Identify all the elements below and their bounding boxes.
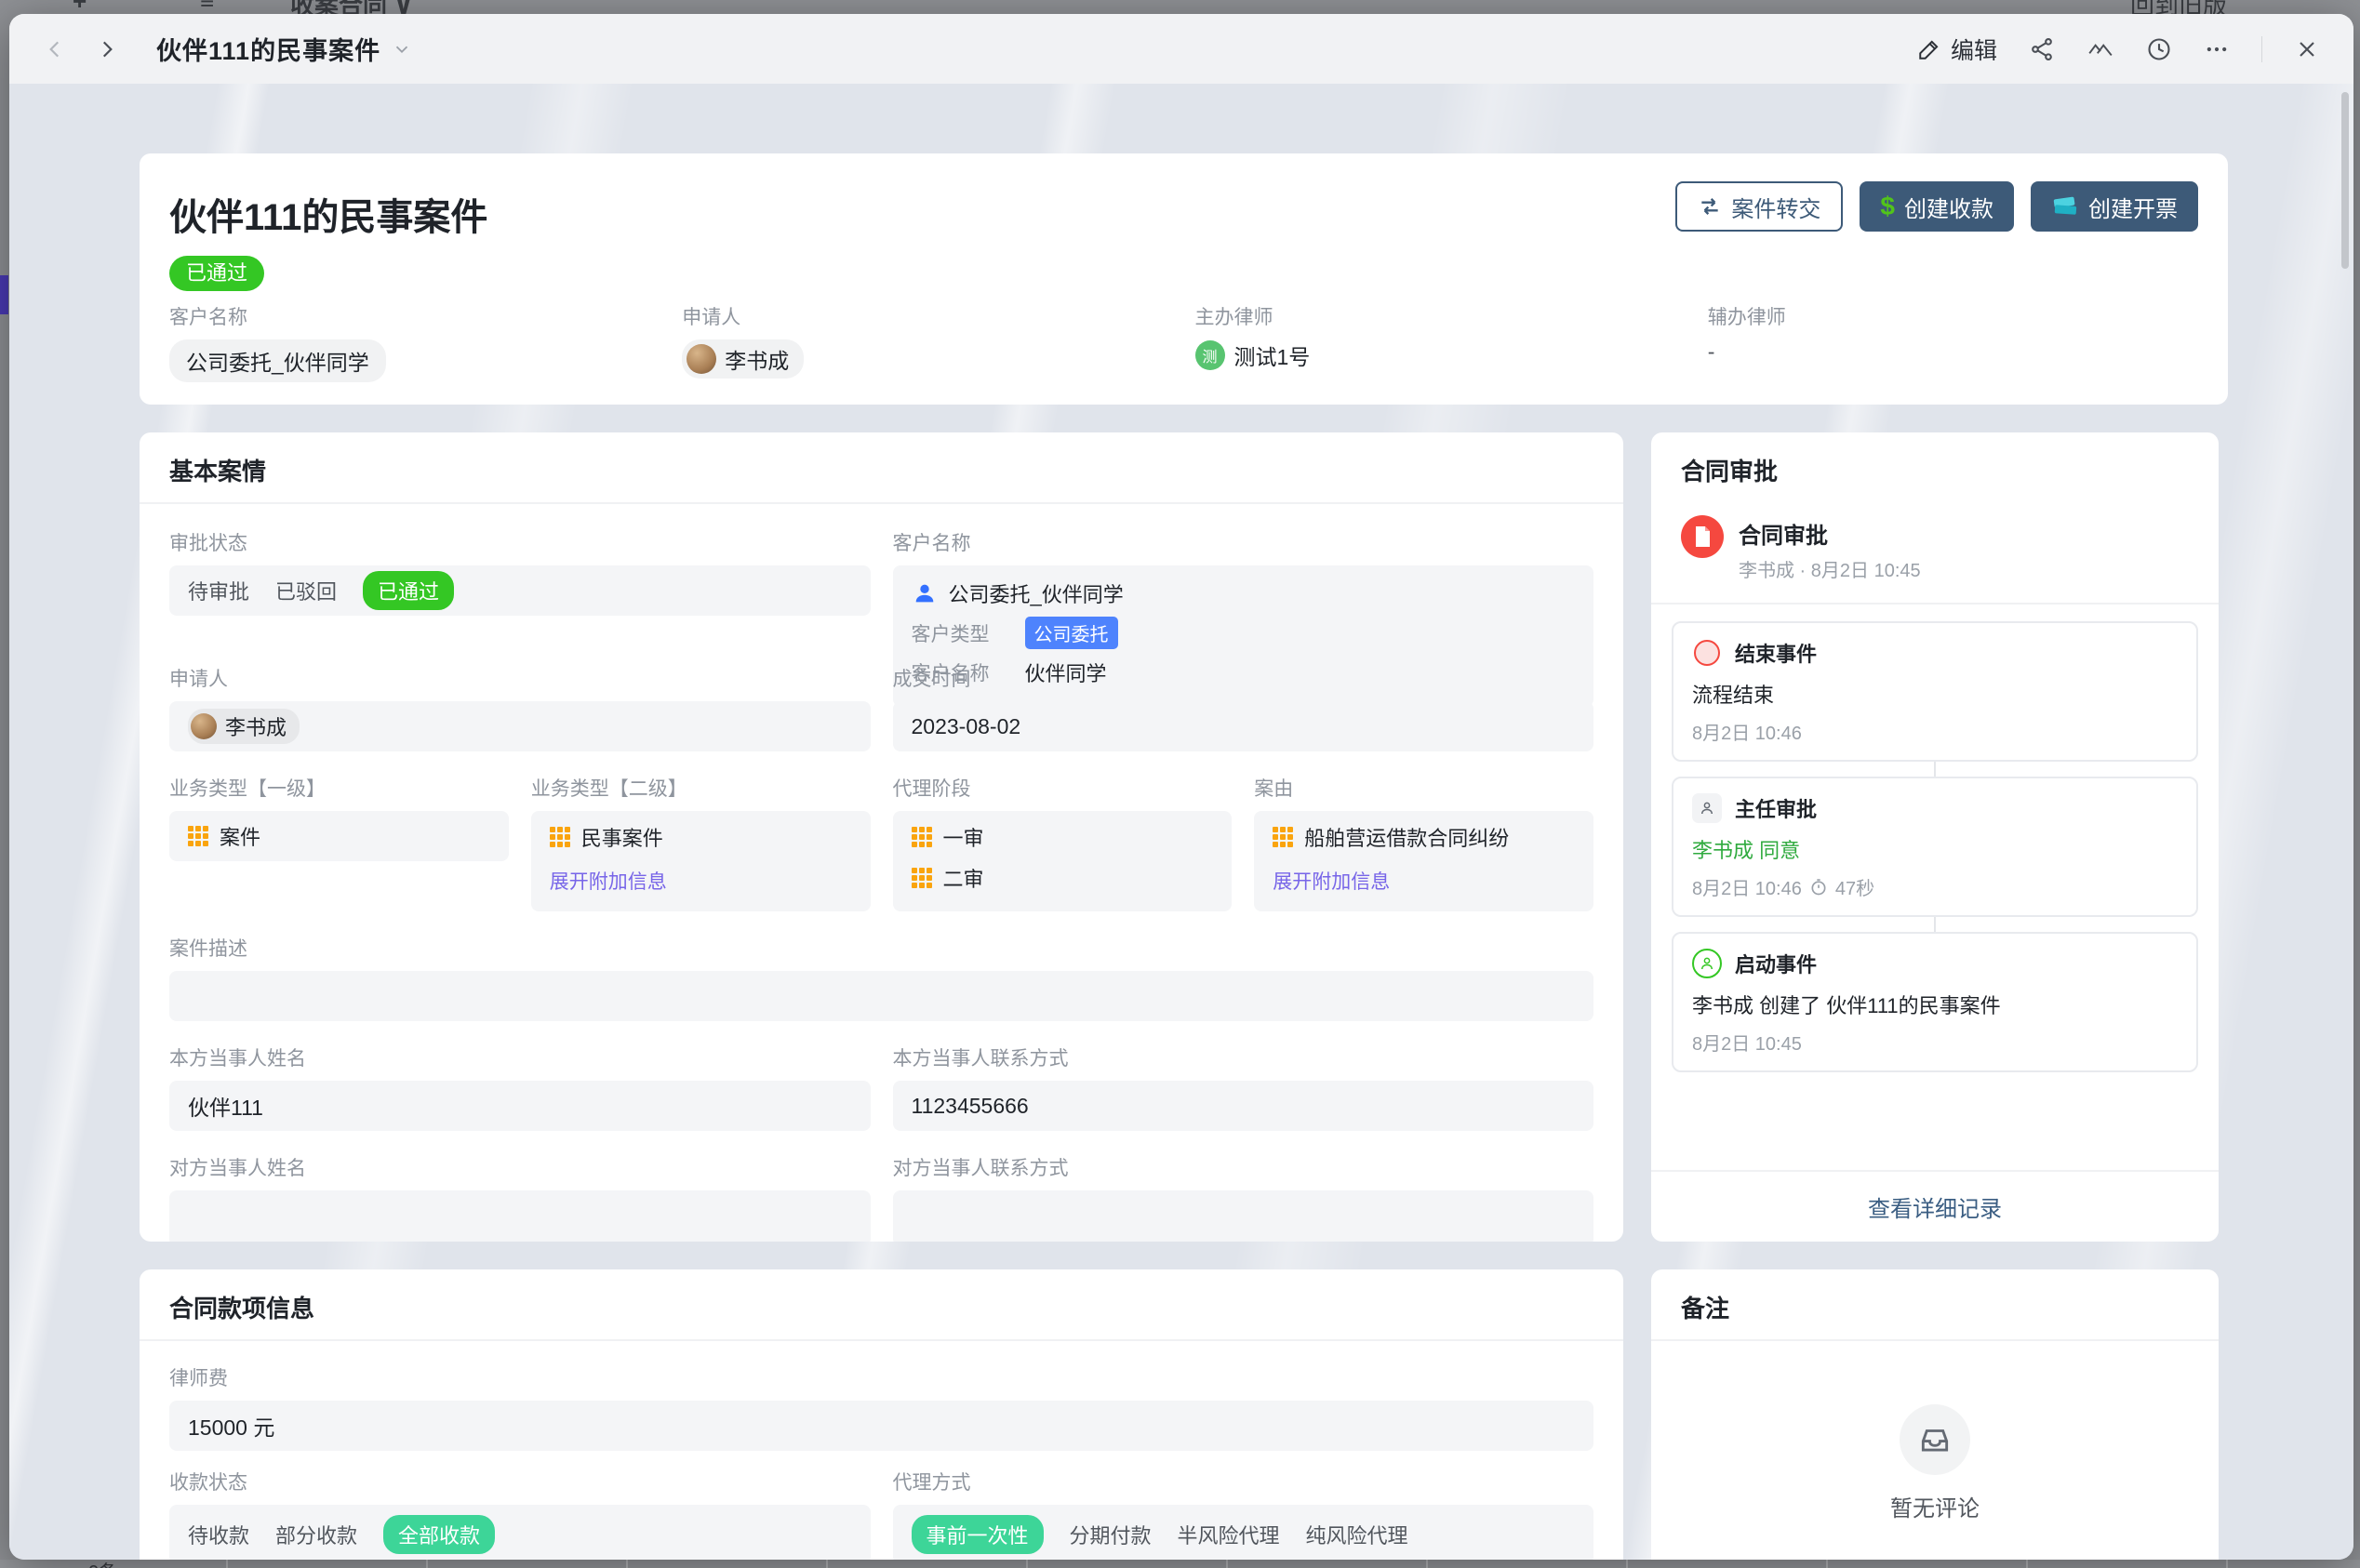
background-app-top-strip: + ≡ 收案合同 ∨ 回到旧版: [0, 0, 2360, 14]
grid-orange-icon: [188, 826, 208, 846]
status-badge: 已通过: [169, 256, 264, 291]
field-party-name: 本方当事人姓名 伙伴111: [169, 1043, 871, 1131]
field-description: 案件描述: [169, 934, 1593, 1021]
field-applicant-detail: 申请人 李书成: [169, 664, 871, 751]
vertical-scrollbar[interactable]: [2341, 92, 2349, 269]
bg-add-tab: +: [73, 0, 87, 14]
receipt-option: 待收款: [188, 1520, 249, 1549]
field-approval-status: 审批状态 待审批 已驳回 已通过: [169, 528, 871, 616]
director-person-icon: [1692, 793, 1722, 823]
agency-option: 半风险代理: [1178, 1520, 1280, 1549]
timeline-end-event: 结束事件 流程结束 8月2日 10:46: [1672, 621, 2198, 762]
customer-type-tag: 公司委托: [1025, 617, 1118, 649]
dialog-titlebar: 伙伴111的民事案件 编辑: [9, 14, 2353, 84]
field-party-contact: 本方当事人联系方式 1123455666: [893, 1043, 1594, 1131]
stopwatch-icon: [1809, 878, 1828, 897]
background-app-bottom-strip: [0, 1560, 2360, 1568]
more-icon[interactable]: [2204, 36, 2230, 62]
lead-lawyer-avatar: 测: [1195, 340, 1225, 370]
forward-icon[interactable]: [95, 37, 119, 61]
case-header-card: 伙伴111的民事案件 已通过 案件转交 $ 创建收款 创建开票: [140, 153, 2228, 405]
field-agency-mode: 代理方式 事前一次性 分期付款 半风险代理 纯风险代理: [893, 1468, 1594, 1560]
notes-title: 备注: [1651, 1269, 2219, 1341]
expand-extra-info-link[interactable]: 展开附加信息: [1273, 867, 1390, 895]
grid-orange-icon: [912, 827, 932, 847]
receipt-option: 部分收款: [275, 1520, 357, 1549]
start-event-person-icon: [1692, 949, 1722, 978]
applicant-chip: 李书成: [188, 709, 300, 744]
bg-doc-tab: 收案合同 ∨: [290, 0, 413, 14]
end-event-icon: [1694, 640, 1720, 666]
grid-orange-icon: [912, 868, 932, 888]
payment-info-title: 合同款项信息: [140, 1269, 1623, 1341]
invoice-tickets-icon: [2051, 194, 2079, 219]
approval-doc-icon: [1681, 515, 1724, 558]
empty-inbox-icon: [1900, 1404, 1970, 1475]
history-clock-icon[interactable]: [2146, 36, 2172, 62]
status-option: 已驳回: [275, 576, 337, 605]
field-cause: 案由 船舶营运借款合同纠纷 展开附加信息: [1254, 774, 1593, 911]
status-option-selected: 已通过: [363, 571, 454, 610]
agency-option: 纯风险代理: [1306, 1520, 1408, 1549]
agency-option: 分期付款: [1070, 1520, 1152, 1549]
titlebar-divider: [2261, 36, 2262, 62]
case-detail-dialog: 伙伴111的民事案件 编辑: [9, 14, 2353, 1560]
field-lead-lawyer: 主办律师 测 测试1号: [1195, 302, 1686, 382]
empty-comments-text: 暂无评论: [1890, 1490, 1980, 1522]
grid-orange-icon: [550, 827, 570, 847]
bg-back-to-old: 回到旧版: [2130, 0, 2227, 14]
notes-card: 备注 暂无评论: [1651, 1269, 2219, 1560]
bg-menu-glyph: ≡: [200, 0, 214, 14]
status-option: 待审批: [188, 576, 249, 605]
person-blue-icon: [912, 580, 938, 606]
timeline-connector: [1934, 917, 1936, 932]
field-opponent-contact: 对方当事人联系方式: [893, 1153, 1594, 1242]
field-biz-level2: 业务类型【二级】 民事案件 展开附加信息: [531, 774, 871, 911]
dollar-icon: $: [1880, 192, 1895, 221]
basic-case-title: 基本案情: [140, 432, 1623, 504]
receipt-option-selected: 全部收款: [383, 1515, 495, 1554]
screen: + ≡ 收案合同 ∨ 回到旧版 0条 伙伴111的民事案件: [0, 0, 2360, 1568]
field-agency-stage: 代理阶段 一审 二审: [893, 774, 1233, 911]
expand-extra-info-link[interactable]: 展开附加信息: [550, 867, 667, 895]
field-applicant: 申请人 李书成: [682, 302, 1172, 382]
create-invoice-button[interactable]: 创建开票: [2031, 181, 2198, 232]
timeline-connector: [1934, 762, 1936, 777]
field-lawyer-fee: 律师费 15000 元: [169, 1363, 1593, 1451]
edit-button[interactable]: 编辑: [1917, 33, 1997, 66]
applicant-avatar: [687, 344, 716, 374]
dialog-content: 伙伴111的民事案件 已通过 案件转交 $ 创建收款 创建开票: [9, 84, 2353, 1560]
transfer-icon: [1698, 194, 1722, 219]
approval-panel-title: 合同审批: [1651, 432, 2219, 502]
applicant-chip[interactable]: 李书成: [682, 339, 804, 379]
view-detail-record-link[interactable]: 查看详细记录: [1651, 1170, 2219, 1242]
grid-orange-icon: [1273, 827, 1293, 847]
applicant-avatar: [191, 713, 217, 739]
contract-approval-card: 合同审批 合同审批 李书成 · 8月2日 10:45: [1651, 432, 2219, 1242]
field-assist-lawyer: 辅办律师 -: [1708, 302, 2198, 382]
field-receipt-status: 收款状态 待收款 部分收款 全部收款: [169, 1468, 871, 1560]
timeline-start-event: 启动事件 李书成 创建了 伙伴111的民事案件 8月2日 10:45: [1672, 932, 2198, 1072]
agency-option-selected: 事前一次性: [912, 1515, 1044, 1554]
field-opponent-name: 对方当事人姓名: [169, 1153, 871, 1242]
share-icon[interactable]: [2029, 36, 2055, 62]
title-chevron-down-icon[interactable]: [392, 39, 412, 60]
payment-info-card: 合同款项信息 律师费 15000 元 收款状态 待收款: [140, 1269, 1623, 1560]
dialog-title: 伙伴111的民事案件: [156, 31, 380, 67]
back-icon[interactable]: [43, 37, 67, 61]
double-chevron-icon[interactable]: [2087, 36, 2114, 62]
approval-record-item[interactable]: 合同审批 李书成 · 8月2日 10:45: [1651, 502, 2219, 605]
background-accent-bar: [0, 275, 8, 314]
close-icon[interactable]: [2294, 36, 2320, 62]
customer-chip[interactable]: 公司委托_伙伴同学: [169, 339, 386, 382]
field-deal-date: 成交时间 2023-08-02: [893, 664, 1594, 751]
field-customer: 客户名称 公司委托_伙伴同学: [169, 302, 660, 382]
create-receipt-button[interactable]: $ 创建收款: [1860, 181, 2014, 232]
transfer-case-button[interactable]: 案件转交: [1675, 181, 1843, 232]
field-biz-level1: 业务类型【一级】 案件: [169, 774, 509, 861]
basic-case-card: 基本案情 审批状态 待审批 已驳回 已通过: [140, 432, 1623, 1242]
timeline-director-approval: 主任审批 李书成 同意 8月2日 10:46 47秒: [1672, 777, 2198, 917]
customer-link-row[interactable]: 公司委托_伙伴同学: [912, 578, 1576, 608]
